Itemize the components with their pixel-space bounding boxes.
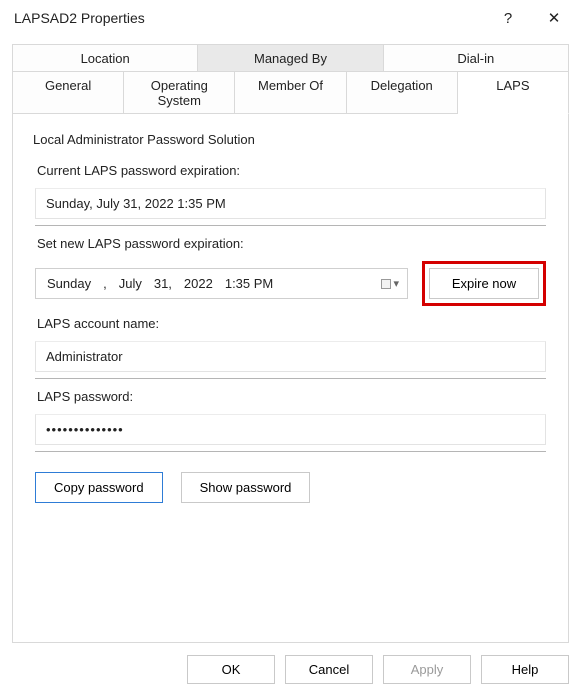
tab-operating-system[interactable]: Operating System (124, 71, 235, 114)
password-label: LAPS password: (37, 389, 552, 404)
help-button[interactable]: ? (485, 0, 531, 36)
apply-button[interactable]: Apply (383, 655, 471, 684)
cancel-button[interactable]: Cancel (285, 655, 373, 684)
show-password-button[interactable]: Show password (181, 472, 311, 503)
dialog-footer: OK Cancel Apply Help (187, 655, 569, 684)
tab-general[interactable]: General (12, 71, 124, 114)
window-title: LAPSAD2 Properties (14, 10, 485, 26)
tab-row-1: Location Managed By Dial-in (12, 44, 569, 72)
current-expiration-label: Current LAPS password expiration: (37, 163, 552, 178)
datetime-picker[interactable]: Sunday , July 31, 2022 1:35 PM ▾ (35, 268, 408, 299)
copy-password-button[interactable]: Copy password (35, 472, 163, 503)
account-name-label: LAPS account name: (37, 316, 552, 331)
account-name-value: Administrator (35, 341, 546, 372)
dt-month[interactable]: July (116, 276, 145, 291)
password-value: •••••••••••••• (35, 414, 546, 445)
close-button[interactable]: ✕ (531, 0, 577, 36)
dt-comma: , (100, 276, 110, 291)
calendar-dropdown-icon[interactable]: ▾ (381, 277, 399, 290)
tab-laps[interactable]: LAPS (458, 71, 569, 114)
group-title: Local Administrator Password Solution (33, 132, 552, 147)
tabs-area: Location Managed By Dial-in General Oper… (0, 36, 581, 114)
expire-now-button[interactable]: Expire now (429, 268, 539, 299)
laps-panel: Local Administrator Password Solution Cu… (12, 113, 569, 643)
divider (35, 378, 546, 379)
tab-location[interactable]: Location (12, 44, 198, 72)
set-expiration-label: Set new LAPS password expiration: (37, 236, 552, 251)
password-actions: Copy password Show password (35, 472, 546, 503)
expire-now-highlight: Expire now (422, 261, 546, 306)
dt-day[interactable]: 31, (151, 276, 175, 291)
tab-dial-in[interactable]: Dial-in (384, 44, 569, 72)
dt-year[interactable]: 2022 (181, 276, 216, 291)
tab-member-of[interactable]: Member Of (235, 71, 346, 114)
ok-button[interactable]: OK (187, 655, 275, 684)
set-expiration-row: Sunday , July 31, 2022 1:35 PM ▾ Expire … (35, 261, 546, 306)
divider (35, 225, 546, 226)
titlebar: LAPSAD2 Properties ? ✕ (0, 0, 581, 36)
tab-managed-by[interactable]: Managed By (198, 44, 383, 72)
dt-time[interactable]: 1:35 PM (222, 276, 276, 291)
tab-delegation[interactable]: Delegation (347, 71, 458, 114)
dt-weekday[interactable]: Sunday (44, 276, 94, 291)
divider (35, 451, 546, 452)
current-expiration-value: Sunday, July 31, 2022 1:35 PM (35, 188, 546, 219)
tab-row-2: General Operating System Member Of Deleg… (12, 71, 569, 114)
help-footer-button[interactable]: Help (481, 655, 569, 684)
